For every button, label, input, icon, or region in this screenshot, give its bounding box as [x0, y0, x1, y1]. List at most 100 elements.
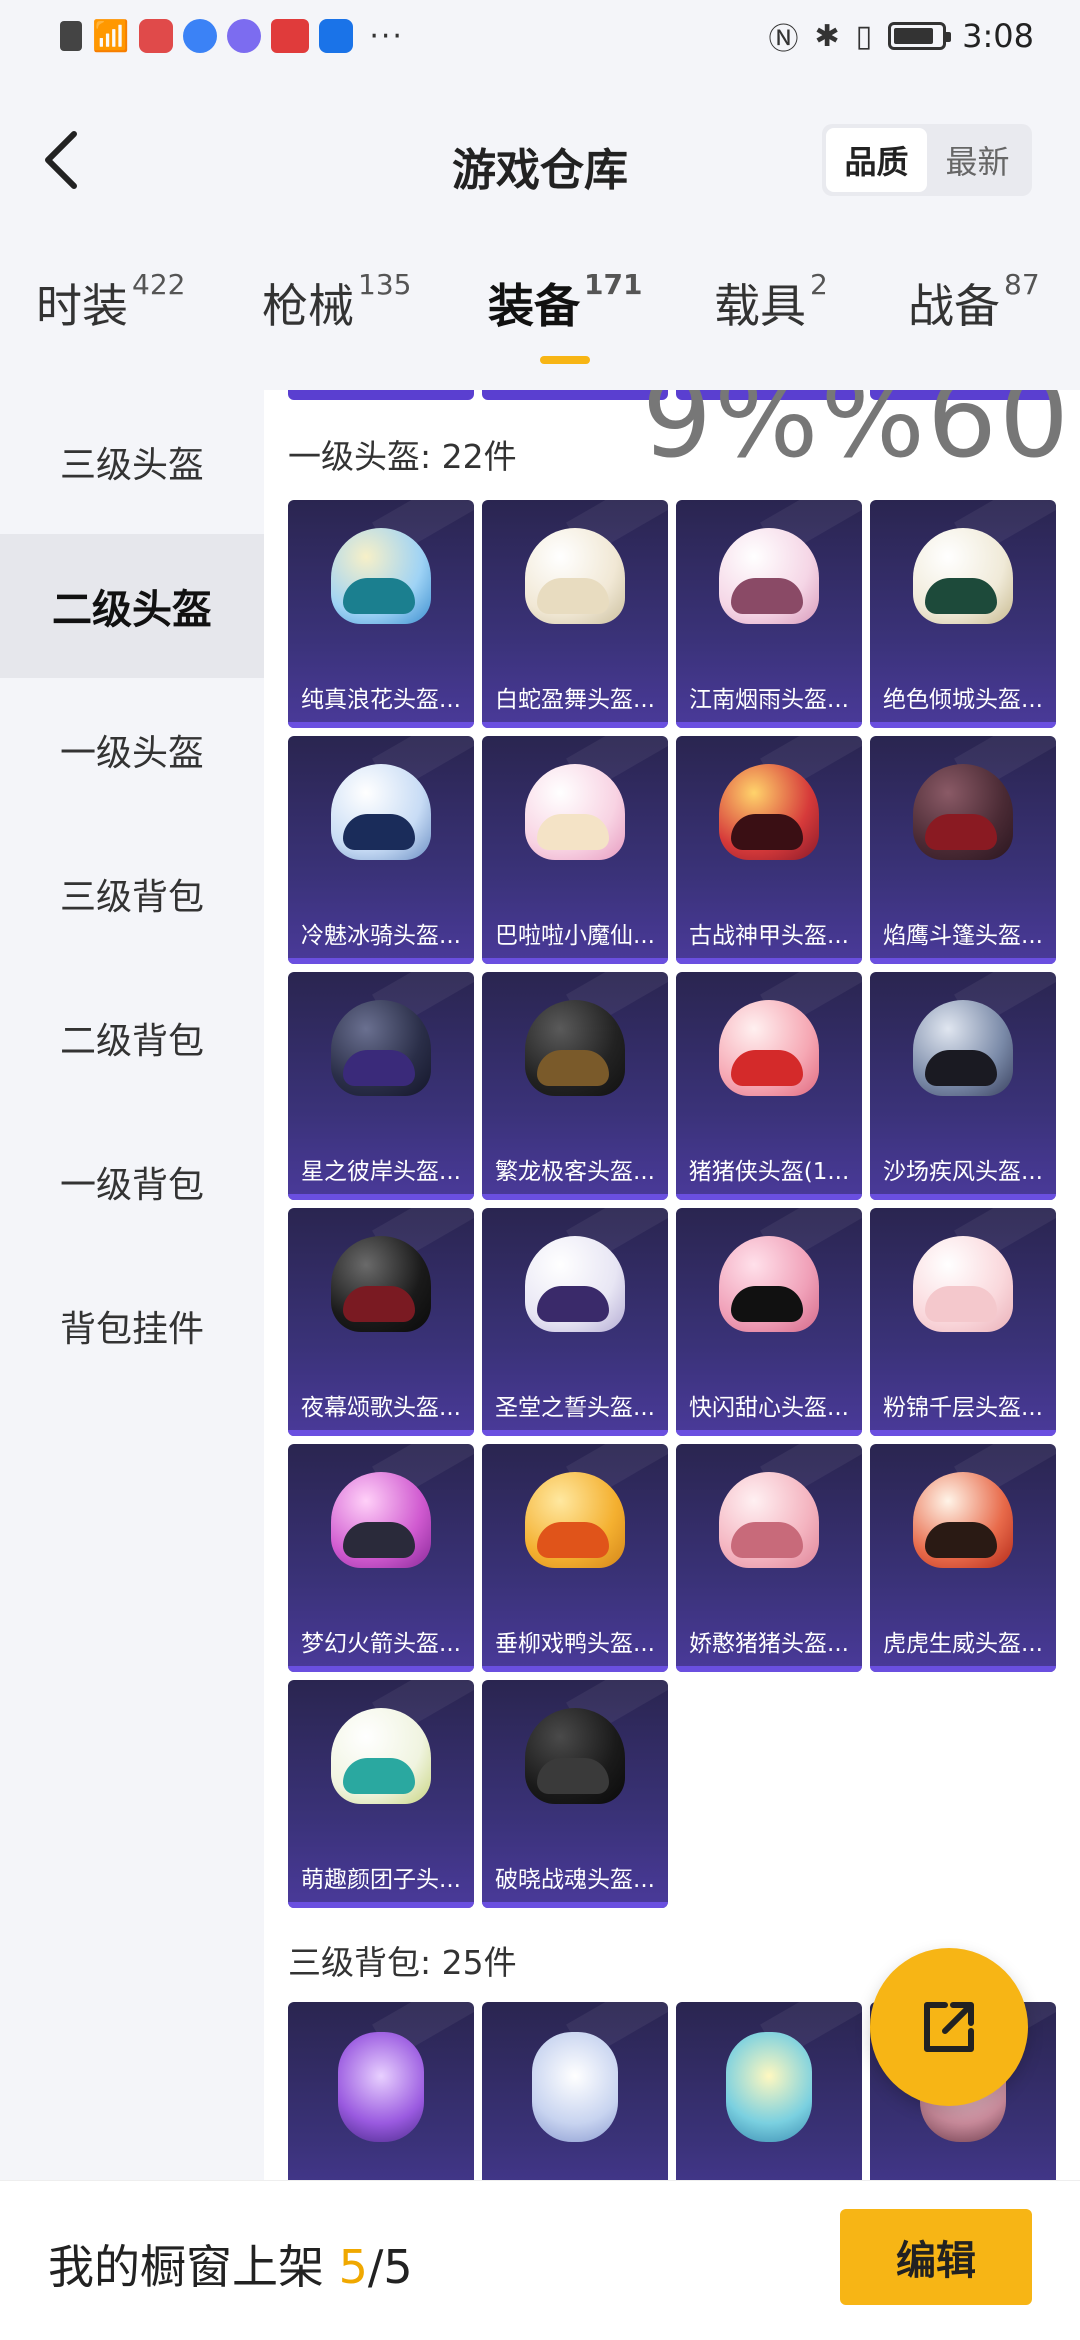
item-name: 星之彼岸头盔...	[301, 1159, 461, 1185]
music-app-icon	[227, 19, 262, 53]
sidebar-item-level2-helmet[interactable]: 二级头盔	[0, 534, 264, 678]
tab-label: 装备	[488, 279, 580, 333]
book-app-icon	[139, 19, 174, 53]
item-card[interactable]: 巴啦啦小魔仙...	[482, 736, 668, 964]
tab-weapons[interactable]: 枪械 135	[262, 268, 412, 336]
item-card[interactable]: 粉锦千层头盔...	[870, 1208, 1056, 1436]
tab-label: 时装	[36, 279, 128, 333]
item-card[interactable]	[676, 2002, 862, 2180]
status-bar: 📶 ··· Ⓝ ✱ ▯ 3:08	[0, 0, 1080, 72]
tab-count: 87	[1004, 268, 1040, 301]
item-name: 垂柳戏鸭头盔...	[495, 1631, 655, 1657]
item-name: 虎虎生威头盔...	[883, 1631, 1043, 1657]
sort-latest-button[interactable]: 最新	[927, 128, 1028, 192]
sim-alert-icon	[60, 21, 82, 51]
tab-fashion[interactable]: 时装 422	[36, 268, 186, 336]
item-card[interactable]: 古战神甲头盔...	[676, 736, 862, 964]
sidebar-item-level1-backpack[interactable]: 一级背包	[0, 1110, 264, 1254]
item-name: 沙场疾风头盔...	[883, 1159, 1043, 1185]
item-name: 巴啦啦小魔仙...	[495, 923, 655, 949]
item-card[interactable]: 快闪甜心头盔...	[676, 1208, 862, 1436]
clock: 3:08	[962, 17, 1034, 55]
item-name: 破晓战魂头盔...	[495, 1867, 655, 1893]
tips-app-icon	[319, 19, 354, 53]
section-title: 一级头盔: 22件	[288, 437, 517, 476]
item-card[interactable]: 垂柳戏鸭头盔...	[482, 1444, 668, 1672]
nfc-icon: Ⓝ	[768, 22, 799, 57]
item-name: 绝色倾城头盔...	[883, 687, 1043, 713]
item-card[interactable]: 娇憨猪猪头盔...	[676, 1444, 862, 1672]
item-card[interactable]: 绝色倾城头盔...	[870, 500, 1056, 728]
tab-count: 135	[358, 268, 412, 301]
item-name: 快闪甜心头盔...	[689, 1395, 849, 1421]
item-card[interactable]: 虎虎生威头盔...	[870, 1444, 1056, 1672]
sidebar-item-level3-backpack[interactable]: 三级背包	[0, 822, 264, 966]
showcase-status: 我的橱窗上架 5/5	[48, 2231, 413, 2297]
item-name: 焰鹰斗篷头盔...	[883, 923, 1043, 949]
item-card[interactable]	[288, 2002, 474, 2180]
watermark-text: 9%%60	[642, 390, 1071, 482]
item-name: 梦幻火箭头盔...	[301, 1631, 461, 1657]
item-name: 江南烟雨头盔...	[689, 687, 849, 713]
tab-vehicles[interactable]: 载具 2	[714, 268, 828, 336]
sidebar-item-backpack-charm[interactable]: 背包挂件	[0, 1254, 264, 1398]
sidebar-item-level2-backpack[interactable]: 二级背包	[0, 966, 264, 1110]
item-name: 萌趣颜团子头...	[301, 1867, 461, 1893]
item-card[interactable]: 猪猪侠头盔(1...	[676, 972, 862, 1200]
share-button[interactable]	[870, 1948, 1028, 2106]
section-title: 三级背包: 25件	[288, 1943, 517, 1982]
item-card[interactable]: 沙场疾风头盔...	[870, 972, 1056, 1200]
bluetooth-icon: ✱	[814, 18, 840, 54]
item-card[interactable]: 江南烟雨头盔...	[676, 500, 862, 728]
item-card[interactable]: 焰鹰斗篷头盔...	[870, 736, 1056, 964]
item-card[interactable]: 白蛇盈舞头盔...	[482, 500, 668, 728]
item-name: 圣堂之誓头盔...	[495, 1395, 655, 1421]
category-tabs: 时装 422 枪械 135 装备 171 载具 2 战备 87	[0, 268, 1080, 370]
sidebar-item-level3-helmet[interactable]: 三级头盔	[0, 390, 264, 534]
item-card[interactable]: 繁龙极客头盔...	[482, 972, 668, 1200]
item-card[interactable]: 星之彼岸头盔...	[288, 972, 474, 1200]
tab-count: 422	[132, 268, 186, 301]
tab-equipment[interactable]: 装备 171	[488, 268, 642, 336]
notification-icons: 📶 ···	[60, 19, 404, 54]
tab-label: 枪械	[262, 279, 354, 333]
browser-app-icon	[183, 19, 218, 53]
item-card[interactable]: 梦幻火箭头盔...	[288, 1444, 474, 1672]
item-name: 白蛇盈舞头盔...	[495, 687, 655, 713]
item-name: 繁龙极客头盔...	[495, 1159, 655, 1185]
tab-label: 载具	[714, 279, 806, 333]
tab-count: 2	[810, 268, 828, 301]
item-name: 冷魅冰骑头盔...	[301, 923, 461, 949]
tab-label: 战备	[908, 279, 1000, 333]
item-name: 纯真浪花头盔...	[301, 687, 461, 713]
item-card[interactable]: 纯真浪花头盔...	[288, 500, 474, 728]
share-external-icon	[924, 2002, 974, 2052]
previous-card-edge	[482, 390, 668, 400]
wifi-icon: 📶	[92, 18, 130, 54]
item-card[interactable]: 冷魅冰骑头盔...	[288, 736, 474, 964]
sidebar: 三级头盔 二级头盔 一级头盔 三级背包 二级背包 一级背包 背包挂件	[0, 390, 264, 2180]
item-card[interactable]: 萌趣颜团子头...	[288, 1680, 474, 1908]
tab-gear[interactable]: 战备 87	[908, 268, 1040, 336]
item-name: 娇憨猪猪头盔...	[689, 1631, 849, 1657]
backpack-icon	[726, 2032, 812, 2142]
showcase-label: 我的橱窗上架	[48, 2240, 339, 2294]
huawei-app-icon	[271, 19, 310, 53]
item-card[interactable]: 夜幕颂歌头盔...	[288, 1208, 474, 1436]
item-name: 粉锦千层头盔...	[883, 1395, 1043, 1421]
more-notifications-icon: ···	[369, 18, 404, 54]
active-tab-indicator	[540, 356, 590, 364]
sort-quality-button[interactable]: 品质	[826, 128, 927, 192]
header: 游戏仓库 品质 最新	[0, 110, 1080, 210]
sidebar-item-level1-helmet[interactable]: 一级头盔	[0, 678, 264, 822]
backpack-icon	[338, 2032, 424, 2142]
item-name: 夜幕颂歌头盔...	[301, 1395, 461, 1421]
item-card[interactable]: 圣堂之誓头盔...	[482, 1208, 668, 1436]
item-card[interactable]	[482, 2002, 668, 2180]
sort-toggle: 品质 最新	[822, 124, 1032, 196]
showcase-used-count: 5	[338, 2240, 368, 2294]
item-card[interactable]: 破晓战魂头盔...	[482, 1680, 668, 1908]
item-grid-area: 9%%60 一级头盔: 22件 纯真浪花头盔... 白蛇盈舞头盔... 江南烟雨…	[264, 390, 1080, 2180]
edit-button[interactable]: 编辑	[840, 2209, 1032, 2305]
previous-card-edge	[288, 390, 474, 400]
